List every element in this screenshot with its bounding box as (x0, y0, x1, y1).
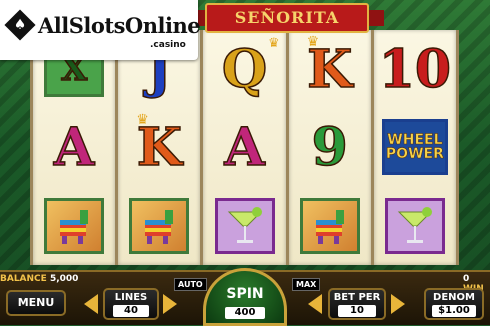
lines-value: 40 (113, 305, 149, 317)
balance-value: 5,000 (49, 274, 79, 284)
pinata-icon (60, 209, 89, 244)
symbol-letter: Q (221, 38, 268, 101)
symbol-letter: 9 (311, 116, 349, 179)
balance-label: BALANCE (0, 274, 47, 284)
reel-symbol: WHEEL POWER (374, 108, 456, 186)
bet-decrease-arrow-icon[interactable] (308, 294, 322, 314)
crown-icon: ♛ (267, 36, 280, 51)
max-button[interactable]: MAX (292, 278, 321, 291)
pinata-icon (145, 209, 174, 244)
reel-2: J K ♛ (118, 30, 201, 265)
reel-5: 10 WHEEL POWER (373, 30, 457, 265)
spade-icon: ♠ (13, 17, 27, 33)
spin-total-bet: 400 (225, 307, 265, 319)
crown-icon: ♛ (136, 112, 149, 129)
balance-display: BALANCE 5,000 (0, 274, 78, 284)
reel-symbol: 9 (289, 108, 371, 186)
reel-area: X A J K ♛ Q ♛ A K ♛ 9 10 WHEEL POWER (30, 30, 459, 265)
reel-symbol: A (33, 108, 115, 186)
wheel-label: WHEEL (387, 132, 443, 149)
reel-symbol: A (203, 108, 285, 186)
margarita-tile (214, 197, 275, 254)
reel-symbol (289, 187, 371, 265)
bet-label: BET PER (333, 292, 381, 303)
reel-symbol: Q ♛ (203, 30, 285, 108)
symbol-letter: A (224, 116, 266, 179)
lines-label: LINES (114, 292, 148, 303)
logo-subtitle: .casino (150, 40, 186, 50)
menu-button[interactable]: MENU (6, 290, 66, 316)
symbol-letter: A (53, 116, 95, 179)
reel-symbol (118, 187, 200, 265)
denom-label: DENOM (433, 292, 475, 303)
lines-increase-arrow-icon[interactable] (163, 294, 177, 314)
reel-symbol: 10 (374, 30, 456, 108)
reel-symbol (203, 187, 285, 265)
power-label: POWER (385, 146, 444, 163)
margarita-tile (384, 197, 445, 254)
bet-value: 10 (338, 305, 376, 317)
pinata-tile (299, 197, 360, 254)
game-title: SEÑORITA (234, 8, 340, 27)
lines-decrease-arrow-icon[interactable] (84, 294, 98, 314)
reel-symbol (374, 187, 456, 265)
bet-increase-arrow-icon[interactable] (391, 294, 405, 314)
reel-3: Q ♛ A (203, 30, 286, 265)
denom-value: $1.00 (432, 305, 476, 317)
reel-symbol (33, 187, 115, 265)
symbol-letter: 10 (378, 38, 452, 101)
pinata-tile (129, 197, 190, 254)
auto-button[interactable]: AUTO (174, 278, 207, 291)
logo-title: AllSlotsOnline (38, 13, 201, 38)
pinata-tile (44, 197, 105, 254)
reel-symbol: K ♛ (118, 108, 200, 186)
margarita-icon (227, 206, 262, 243)
pinata-icon (315, 209, 344, 244)
reel-1: XA (33, 30, 116, 265)
game-title-banner: SEÑORITA (205, 3, 369, 33)
win-value: 0 (463, 274, 470, 284)
reel-symbol: K ♛ (289, 30, 371, 108)
wheel-power-tile: WHEEL POWER (381, 119, 448, 176)
margarita-icon (397, 206, 433, 243)
crown-icon: ♛ (306, 34, 320, 50)
casino-logo: ♠ AllSlotsOnline .casino (0, 0, 201, 60)
spin-label: SPIN (226, 286, 264, 302)
reel-4: K ♛ 9 (288, 30, 371, 265)
